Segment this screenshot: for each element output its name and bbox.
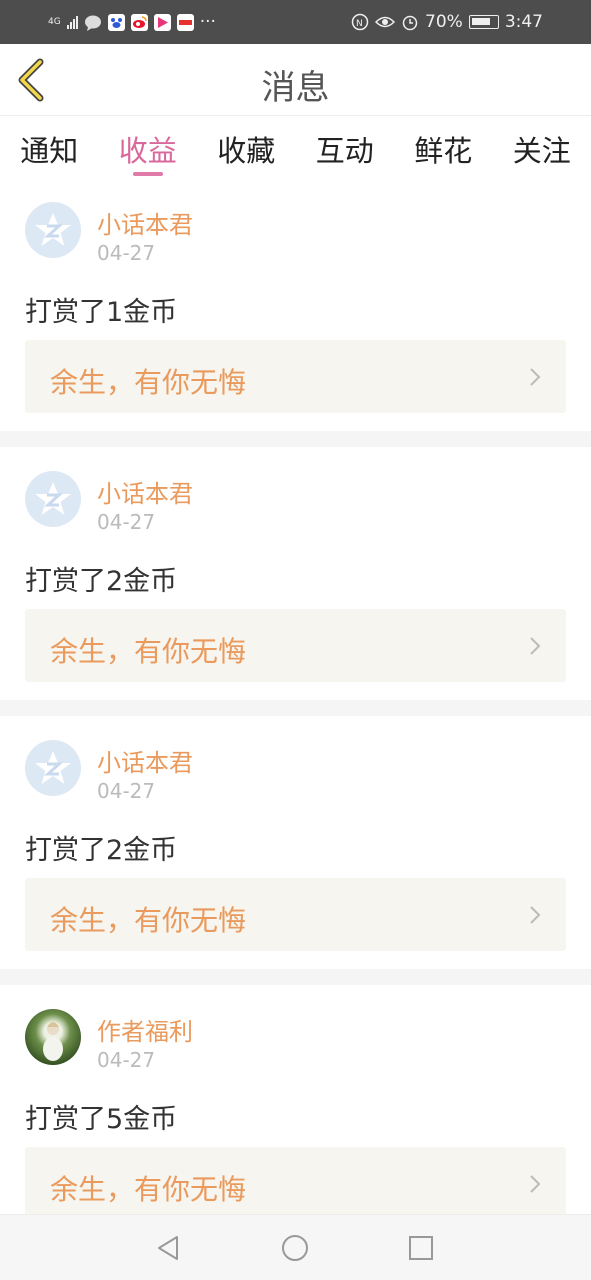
list-item: 小话本君 04-27 打赏了1金币 余生，有你无悔: [0, 178, 591, 447]
status-bar: 4G ··· N 70% 3:47: [0, 0, 591, 44]
recents-square-icon[interactable]: [406, 1233, 436, 1263]
eye-comfort-icon: [375, 16, 396, 28]
baidu-icon: [107, 13, 125, 31]
user-name[interactable]: 作者福利: [97, 1012, 193, 1047]
reward-text: 打赏了1金币: [25, 297, 178, 328]
date: 04-27: [97, 510, 156, 534]
video-icon: [153, 13, 171, 31]
status-left: 4G ···: [48, 11, 216, 33]
book-link[interactable]: 余生，有你无悔: [25, 1147, 566, 1220]
default-star-avatar-icon: [35, 751, 71, 784]
book-title: 余生，有你无悔: [50, 904, 247, 937]
reward-text: 打赏了5金币: [25, 1104, 178, 1135]
book-link[interactable]: 余生，有你无悔: [25, 609, 566, 682]
signal-icon: [66, 15, 78, 29]
book-title: 余生，有你无悔: [50, 366, 247, 399]
sohu-icon: [176, 13, 194, 31]
weibo-icon: [130, 13, 148, 31]
chevron-right-icon: [530, 637, 541, 655]
avatar[interactable]: [25, 202, 81, 258]
vibrate-icon: N: [351, 13, 369, 31]
user-name[interactable]: 小话本君: [97, 205, 193, 240]
header: 消息: [0, 44, 591, 116]
book-link[interactable]: 余生，有你无悔: [25, 340, 566, 413]
back-triangle-icon[interactable]: [153, 1233, 183, 1263]
photo-avatar-icon: [43, 1022, 63, 1061]
status-right: N 70% 3:47: [351, 11, 543, 33]
tab-notice[interactable]: 通知: [0, 117, 99, 177]
book-link[interactable]: 余生，有你无悔: [25, 878, 566, 951]
chevron-right-icon: [530, 1175, 541, 1193]
svg-text:N: N: [356, 19, 363, 29]
list-item: 小话本君 04-27 打赏了2金币 余生，有你无悔: [0, 716, 591, 985]
user-name[interactable]: 小话本君: [97, 743, 193, 778]
clock: 3:47: [504, 12, 543, 32]
avatar-photo[interactable]: [25, 1009, 81, 1065]
book-title: 余生，有你无悔: [50, 635, 247, 668]
page-title: 消息: [261, 68, 330, 108]
avatar[interactable]: [25, 471, 81, 527]
reward-text: 打赏了2金币: [25, 835, 178, 866]
date: 04-27: [97, 241, 156, 265]
earnings-list: 小话本君 04-27 打赏了1金币 余生，有你无悔 小话本君 04-27 打赏了…: [0, 178, 591, 1254]
alarm-icon: [402, 15, 418, 31]
battery-icon: [468, 15, 499, 29]
tab-earnings[interactable]: 收益: [99, 117, 198, 177]
home-circle-icon[interactable]: [280, 1233, 310, 1263]
user-name[interactable]: 小话本君: [97, 474, 193, 509]
tab-favorites[interactable]: 收藏: [197, 117, 296, 177]
date: 04-27: [97, 1048, 156, 1072]
default-star-avatar-icon: [35, 213, 71, 246]
chevron-right-icon: [530, 906, 541, 924]
default-star-avatar-icon: [35, 482, 71, 515]
tab-flowers[interactable]: 鲜花: [394, 117, 493, 177]
tab-interaction[interactable]: 互动: [296, 117, 395, 177]
more-dots-icon: ···: [199, 12, 216, 32]
list-item: 小话本君 04-27 打赏了2金币 余生，有你无悔: [0, 447, 591, 716]
book-title: 余生，有你无悔: [50, 1173, 247, 1206]
date: 04-27: [97, 779, 156, 803]
tab-bar: 通知 收益 收藏 互动 鲜花 关注: [0, 117, 591, 177]
tab-follow[interactable]: 关注: [493, 117, 591, 177]
message-icon: [84, 15, 101, 31]
avatar[interactable]: [25, 740, 81, 796]
network-type: 4G: [48, 16, 61, 27]
network-indicator: 4G: [48, 16, 61, 27]
reward-text: 打赏了2金币: [25, 566, 178, 597]
system-nav-bar: [0, 1214, 591, 1280]
battery-percent: 70%: [425, 12, 463, 32]
chevron-right-icon: [530, 368, 541, 386]
